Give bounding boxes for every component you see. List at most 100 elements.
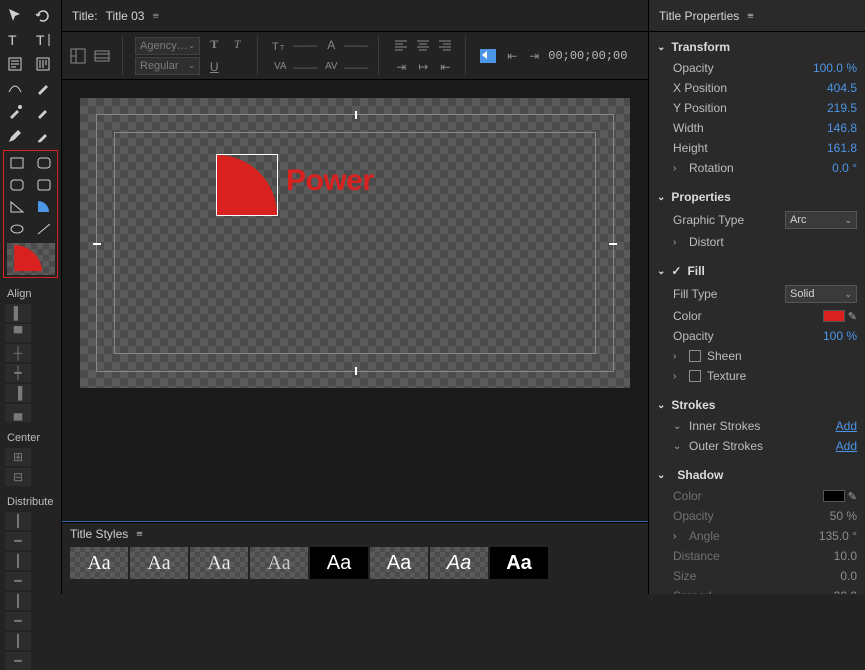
- rounded-clipped-tool[interactable]: [33, 175, 56, 195]
- strokes-header[interactable]: ⌄Strokes: [649, 394, 865, 416]
- styles-menu-icon[interactable]: ≡: [136, 529, 143, 539]
- bold-icon[interactable]: T: [204, 35, 224, 55]
- shadow-color-swatch[interactable]: [823, 490, 845, 502]
- transform-header[interactable]: ⌄Transform: [649, 36, 865, 58]
- center-v[interactable]: ⊟: [5, 468, 31, 486]
- shadow-color-label: Color: [673, 489, 823, 503]
- xpos-value[interactable]: 404.5: [827, 81, 857, 95]
- sync-out-icon[interactable]: ⇥: [524, 46, 544, 66]
- align-left[interactable]: ▌: [5, 304, 31, 322]
- align-hcenter[interactable]: ┼: [5, 344, 31, 362]
- align-vcenter[interactable]: ┿: [5, 364, 31, 382]
- rotation-label[interactable]: Rotation: [689, 161, 832, 175]
- italic-icon[interactable]: T: [227, 35, 247, 55]
- outer-stroke-add[interactable]: Add: [836, 439, 857, 453]
- dist-7[interactable]: ┃: [5, 632, 31, 650]
- align-center-text[interactable]: [413, 35, 433, 55]
- style-swatch-8[interactable]: Aa: [490, 547, 548, 579]
- eyedropper-tool[interactable]: [3, 102, 27, 122]
- align-right-text[interactable]: [435, 35, 455, 55]
- title-text[interactable]: Power: [286, 164, 374, 198]
- title-canvas[interactable]: Power: [80, 98, 630, 388]
- texture-checkbox[interactable]: [689, 370, 701, 382]
- selected-arc-shape[interactable]: [216, 154, 278, 216]
- show-video-icon[interactable]: [92, 46, 112, 66]
- brush-tool[interactable]: [31, 126, 55, 146]
- align-bottom[interactable]: ▄: [5, 404, 31, 422]
- panel-menu-icon[interactable]: ≡: [152, 11, 159, 21]
- fillopacity-value[interactable]: 100 %: [823, 329, 857, 343]
- style-swatch-7[interactable]: Aa: [430, 547, 488, 579]
- props-menu-icon[interactable]: ≡: [747, 11, 754, 21]
- align-left-text[interactable]: [391, 35, 411, 55]
- clipped-rectangle-tool[interactable]: [6, 175, 29, 195]
- fill-type-dropdown[interactable]: Solid⌄: [785, 285, 857, 303]
- style-swatch-6[interactable]: Aa: [370, 547, 428, 579]
- fillcolor-label: Color: [673, 309, 823, 323]
- style-swatch-2[interactable]: Aa: [130, 547, 188, 579]
- inner-stroke-add[interactable]: Add: [836, 419, 857, 433]
- sync-in-icon[interactable]: ⇤: [502, 46, 522, 66]
- dist-5[interactable]: ┃: [5, 592, 31, 610]
- pen-tool[interactable]: [31, 78, 55, 98]
- width-value[interactable]: 146.8: [827, 121, 857, 135]
- templates-icon[interactable]: [68, 46, 88, 66]
- properties-header[interactable]: ⌄Properties: [649, 186, 865, 208]
- center-h[interactable]: ⊞: [5, 448, 31, 466]
- sheen-checkbox[interactable]: [689, 350, 701, 362]
- dist-1[interactable]: ┃: [5, 512, 31, 530]
- style-swatch-1[interactable]: Aa: [70, 547, 128, 579]
- color-picker-tool[interactable]: [31, 102, 55, 122]
- path-type-tool[interactable]: [3, 78, 27, 98]
- align-top[interactable]: ▀: [5, 324, 31, 342]
- arc-tool[interactable]: [33, 197, 56, 217]
- underline-icon[interactable]: U: [204, 57, 224, 77]
- align-right[interactable]: ▐: [5, 384, 31, 402]
- fill-color-swatch[interactable]: [823, 310, 845, 322]
- font-size-icon[interactable]: TT: [270, 35, 290, 55]
- dist-4[interactable]: ━: [5, 572, 31, 590]
- distort-label[interactable]: Distort: [689, 235, 857, 249]
- style-swatch-5[interactable]: Aa: [310, 547, 368, 579]
- shadow-eyedropper-icon[interactable]: ✎: [848, 490, 857, 503]
- leading-icon[interactable]: A: [321, 35, 341, 55]
- vertical-type-tool[interactable]: T: [31, 30, 55, 50]
- wedge-tool[interactable]: [6, 197, 29, 217]
- fill-checkbox[interactable]: ✓: [671, 264, 681, 278]
- rotation-value[interactable]: 0.0 °: [832, 161, 857, 175]
- dist-2[interactable]: ━: [5, 532, 31, 550]
- dist-6[interactable]: ━: [5, 612, 31, 630]
- area-type-tool[interactable]: [3, 54, 27, 74]
- pencil-tool[interactable]: [3, 126, 27, 146]
- height-value[interactable]: 161.8: [827, 141, 857, 155]
- dist-3[interactable]: ┃: [5, 552, 31, 570]
- font-family-dropdown[interactable]: Agency…⌄: [135, 37, 200, 55]
- dist-8[interactable]: ━: [5, 652, 31, 670]
- font-weight-dropdown[interactable]: Regular⌄: [135, 57, 200, 75]
- style-swatch-3[interactable]: Aa: [190, 547, 248, 579]
- shadow-header[interactable]: ⌄Shadow: [649, 464, 865, 486]
- opacity-value[interactable]: 100.0 %: [813, 61, 857, 75]
- timecode[interactable]: 00;00;00;00: [548, 49, 627, 63]
- fill-header[interactable]: ⌄✓Fill: [649, 260, 865, 282]
- tab-right-icon[interactable]: ⇤: [435, 57, 455, 77]
- ellipse-tool[interactable]: [6, 219, 29, 239]
- ypos-value[interactable]: 219.5: [827, 101, 857, 115]
- selection-tool[interactable]: [3, 6, 27, 26]
- style-swatch-4[interactable]: Aa: [250, 547, 308, 579]
- line-tool[interactable]: [33, 219, 56, 239]
- type-tool[interactable]: T: [3, 30, 27, 50]
- distribute-buttons: ┃ ━ ┃ ━ ┃ ━ ┃ ━: [3, 512, 58, 670]
- tracking-icon[interactable]: AV: [321, 57, 341, 77]
- graphic-type-dropdown[interactable]: Arc⌄: [785, 211, 857, 229]
- tab-icon[interactable]: ⇥: [391, 57, 411, 77]
- rotate-tool[interactable]: [31, 6, 55, 26]
- tab-center-icon[interactable]: ↦: [413, 57, 433, 77]
- show-background-video-icon[interactable]: [478, 46, 498, 66]
- rounded-rectangle-tool[interactable]: [33, 153, 56, 173]
- fill-eyedropper-icon[interactable]: ✎: [848, 310, 857, 323]
- canvas-area: Power: [62, 80, 648, 522]
- kerning-icon[interactable]: VA: [270, 57, 290, 77]
- vertical-area-type-tool[interactable]: [31, 54, 55, 74]
- rectangle-tool[interactable]: [6, 153, 29, 173]
